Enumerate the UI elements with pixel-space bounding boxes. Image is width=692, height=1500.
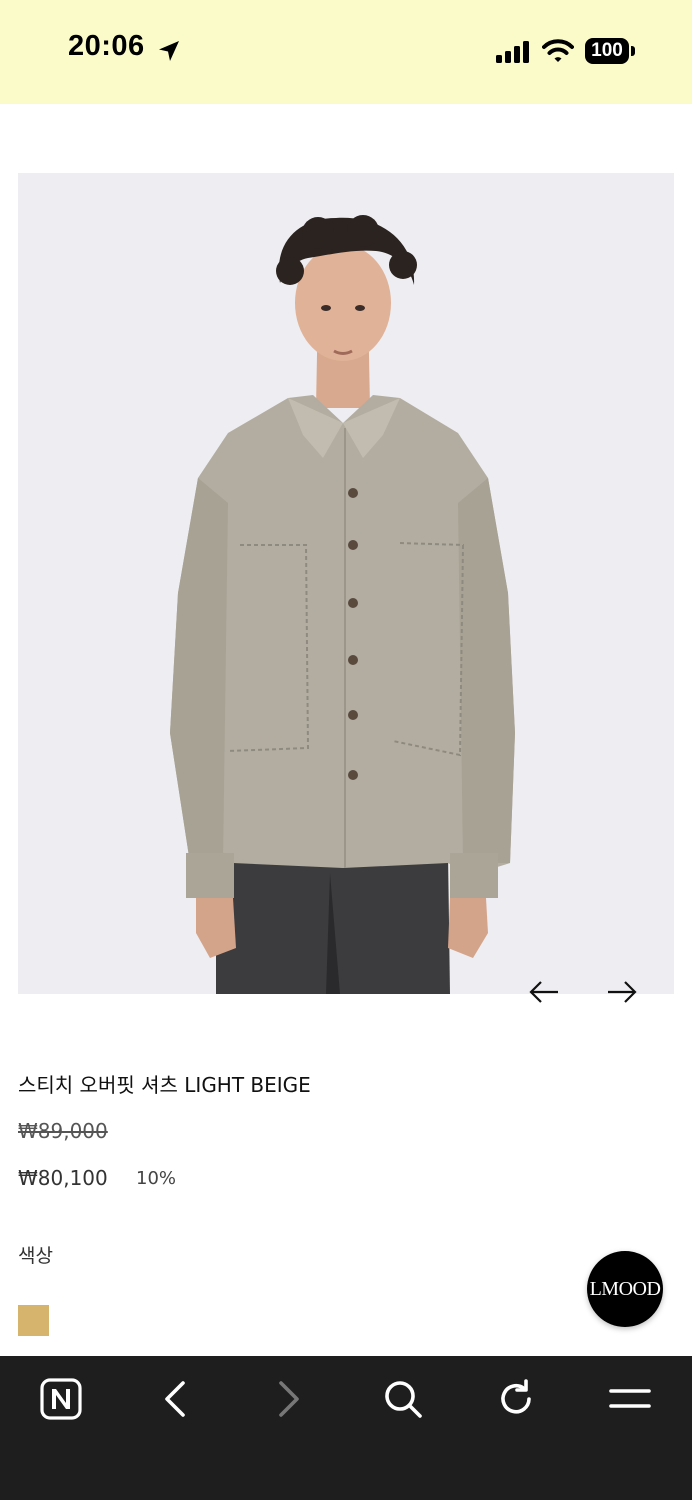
color-swatch[interactable] bbox=[18, 1305, 49, 1336]
browser-toolbar bbox=[0, 1356, 692, 1500]
original-price: ₩89,000 bbox=[18, 1119, 108, 1143]
product-name: 스티치 오버핏 셔츠 LIGHT BEIGE bbox=[18, 1073, 311, 1097]
naver-home-icon[interactable] bbox=[38, 1376, 84, 1422]
status-time: 20:06 bbox=[68, 30, 145, 62]
forward-icon[interactable] bbox=[266, 1376, 312, 1422]
search-icon[interactable] bbox=[380, 1376, 426, 1422]
battery-tip bbox=[631, 46, 635, 56]
arrow-right-icon[interactable] bbox=[604, 975, 640, 1009]
arrow-left-icon[interactable] bbox=[526, 975, 562, 1009]
wifi-icon bbox=[542, 39, 574, 62]
product-image[interactable] bbox=[18, 173, 674, 994]
signal-icon bbox=[496, 41, 529, 63]
battery-icon: 100 bbox=[585, 38, 635, 64]
color-label: 색상 bbox=[18, 1245, 53, 1267]
battery-level: 100 bbox=[585, 38, 629, 64]
reload-icon[interactable] bbox=[493, 1376, 539, 1422]
location-arrow-icon bbox=[159, 41, 179, 61]
menu-icon[interactable] bbox=[607, 1376, 653, 1422]
sale-price: ₩80,100 bbox=[18, 1166, 108, 1190]
model-wearing-shirt-image bbox=[18, 173, 674, 994]
discount-rate: 10% bbox=[136, 1168, 177, 1189]
back-icon[interactable] bbox=[152, 1376, 198, 1422]
status-bar: 20:06 100 bbox=[0, 0, 692, 104]
brand-button[interactable]: LMOOD bbox=[587, 1251, 663, 1327]
